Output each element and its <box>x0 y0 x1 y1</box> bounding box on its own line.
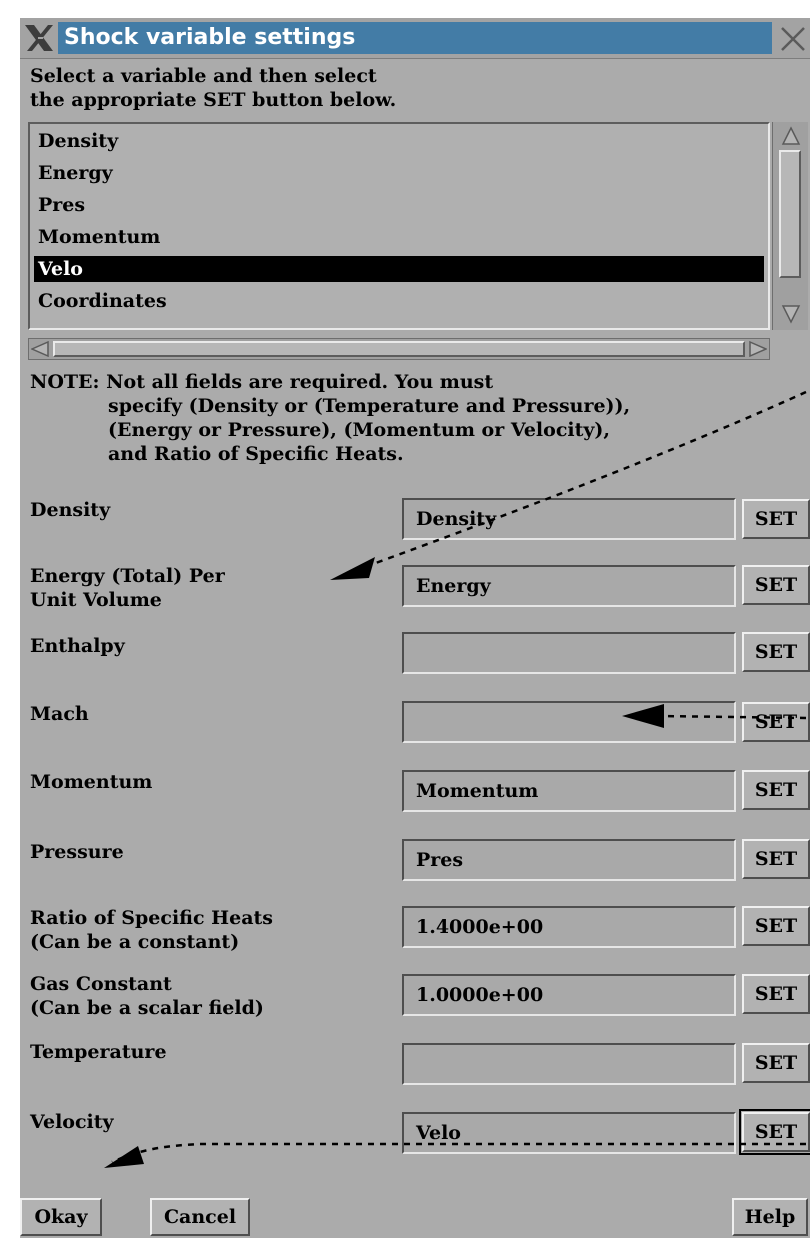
list-item[interactable]: Energy <box>34 160 768 186</box>
horizontal-scroll-thumb[interactable] <box>53 341 745 357</box>
momentum-field[interactable]: Momentum <box>402 770 736 812</box>
pressure-field[interactable]: Pres <box>402 839 736 881</box>
ratio-specific-heats-label: Ratio of Specific Heats (Can be a constan… <box>30 906 273 954</box>
ratio-label-line-1: Ratio of Specific Heats <box>30 907 273 929</box>
gas-constant-label-line-1: Gas Constant <box>30 973 172 995</box>
scroll-left-arrow-icon[interactable] <box>31 341 49 357</box>
instructions: Select a variable and then select the ap… <box>30 64 396 112</box>
list-item-selected[interactable]: Velo <box>34 256 764 282</box>
velocity-field[interactable]: Velo <box>402 1112 736 1154</box>
note-line-3: (Energy or Pressure), (Momentum or Veloc… <box>108 419 611 441</box>
pressure-label-text: Pressure <box>30 841 124 863</box>
horizontal-scrollbar[interactable] <box>28 338 770 360</box>
scroll-up-arrow-icon[interactable] <box>781 126 801 146</box>
note-line-4: and Ratio of Specific Heats. <box>108 443 404 465</box>
vertical-scrollbar[interactable] <box>772 122 808 330</box>
energy-label-line-2: Unit Volume <box>30 589 162 611</box>
window-title: Shock variable settings <box>58 22 772 54</box>
gas-constant-label: Gas Constant (Can be a scalar field) <box>30 972 264 1020</box>
okay-button[interactable]: Okay <box>20 1198 102 1236</box>
density-label: Density <box>30 498 110 522</box>
ratio-specific-heats-set-button[interactable]: SET <box>742 906 810 946</box>
temperature-set-button[interactable]: SET <box>742 1043 810 1083</box>
instructions-line-2: the appropriate SET button below. <box>30 89 397 111</box>
pressure-label: Pressure <box>30 840 124 864</box>
gas-constant-field[interactable]: 1.0000e+00 <box>402 974 736 1016</box>
momentum-label: Momentum <box>30 770 152 794</box>
enthalpy-label-text: Enthalpy <box>30 635 125 657</box>
help-button[interactable]: Help <box>732 1198 808 1236</box>
mach-field[interactable] <box>402 701 736 743</box>
list-item[interactable]: Coordinates <box>34 288 768 314</box>
gas-constant-set-button[interactable]: SET <box>742 974 810 1014</box>
density-set-button[interactable]: SET <box>742 499 810 539</box>
enthalpy-set-button[interactable]: SET <box>742 632 810 672</box>
scroll-down-arrow-icon[interactable] <box>781 304 801 324</box>
temperature-label: Temperature <box>30 1040 167 1064</box>
ratio-label-line-2: (Can be a constant) <box>30 931 240 953</box>
energy-set-button[interactable]: SET <box>742 565 810 605</box>
energy-label: Energy (Total) Per Unit Volume <box>30 564 225 612</box>
temperature-field[interactable] <box>402 1043 736 1085</box>
ratio-specific-heats-field[interactable]: 1.4000e+00 <box>402 906 736 948</box>
x-window-menu-icon[interactable] <box>22 22 56 54</box>
mach-set-button[interactable]: SET <box>742 702 810 742</box>
energy-field[interactable]: Energy <box>402 565 736 607</box>
note-line-1: NOTE: Not all fields are required. You m… <box>30 371 494 393</box>
note-text: NOTE: Not all fields are required. You m… <box>30 370 630 466</box>
title-bar: Shock variable settings <box>20 18 810 59</box>
vertical-scroll-thumb[interactable] <box>779 150 801 278</box>
velocity-set-button[interactable]: SET <box>739 1109 810 1155</box>
instructions-line-1: Select a variable and then select <box>30 65 377 87</box>
velocity-label-text: Velocity <box>30 1111 114 1133</box>
momentum-set-button[interactable]: SET <box>742 770 810 810</box>
mach-label-text: Mach <box>30 703 89 725</box>
energy-label-line-1: Energy (Total) Per <box>30 565 225 587</box>
list-item[interactable]: Pres <box>34 192 768 218</box>
cancel-button[interactable]: Cancel <box>150 1198 250 1236</box>
note-line-2: specify (Density or (Temperature and Pre… <box>108 395 631 417</box>
shock-variable-settings-dialog: Shock variable settings Select a variabl… <box>20 18 810 1238</box>
scroll-right-arrow-icon[interactable] <box>749 341 767 357</box>
density-field[interactable]: Density <box>402 498 736 540</box>
gas-constant-label-line-2: (Can be a scalar field) <box>30 997 264 1019</box>
density-label-text: Density <box>30 499 111 521</box>
list-item[interactable]: Momentum <box>34 224 768 250</box>
enthalpy-field[interactable] <box>402 632 736 674</box>
mach-label: Mach <box>30 702 89 726</box>
close-icon[interactable] <box>778 24 808 54</box>
enthalpy-label: Enthalpy <box>30 634 125 658</box>
velocity-label: Velocity <box>30 1110 114 1134</box>
pressure-set-button[interactable]: SET <box>742 839 810 879</box>
temperature-label-text: Temperature <box>30 1041 167 1063</box>
momentum-label-text: Momentum <box>30 771 153 793</box>
variable-list[interactable]: Density Energy Pres Momentum Velo Coordi… <box>28 122 770 330</box>
list-item[interactable]: Density <box>34 128 768 154</box>
